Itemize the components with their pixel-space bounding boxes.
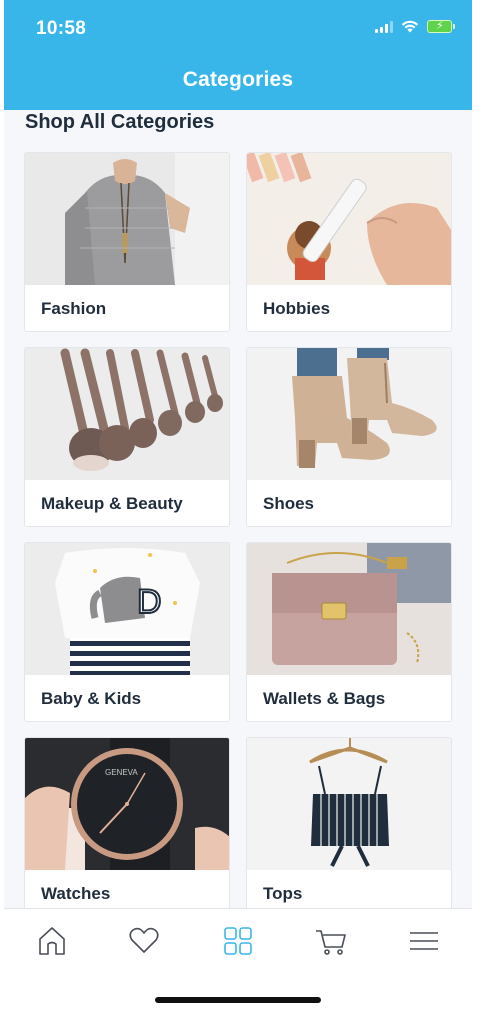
fashion-image [25,153,229,285]
category-label: Baby & Kids [41,689,142,708]
tab-home[interactable] [32,923,72,959]
tab-categories[interactable] [218,923,258,959]
svg-text:D: D [137,583,162,621]
app-screen: 10:58 ⚡ Categories Shop All Categories F… [4,0,472,1016]
home-icon [39,927,65,955]
makeup-brushes-image [25,348,229,480]
category-label: Shoes [263,494,315,513]
striped-top-image [247,738,451,870]
category-label: Watches [41,884,111,903]
shoes-image [247,348,451,480]
menu-icon [410,932,438,950]
heart-icon [129,927,159,953]
cart-icon [316,930,346,955]
tab-menu[interactable] [404,923,444,959]
category-card-hobbies[interactable]: Hobbies [246,152,452,332]
category-card-fashion[interactable]: Fashion [24,152,230,332]
handbag-image [247,543,451,675]
bottom-tab-bar [4,908,472,1016]
hobbies-image [247,153,451,285]
category-card-watches[interactable]: GENEVA Watches [24,737,230,917]
watch-image: GENEVA [25,738,229,870]
category-label: Hobbies [263,299,331,318]
category-card-makeup-beauty[interactable]: Makeup & Beauty [24,347,230,527]
category-card-tops[interactable]: Tops [246,737,452,917]
grid-icon [224,927,252,955]
home-indicator [155,997,321,1003]
category-grid: Fashion Hobbies Makeup & Beauty Shoes D … [4,0,472,917]
baby-outfit-image: D [25,543,229,675]
svg-text:GENEVA: GENEVA [105,768,138,777]
category-card-baby-kids[interactable]: D Baby & Kids [24,542,230,722]
category-label: Makeup & Beauty [41,494,183,513]
category-card-shoes[interactable]: Shoes [246,347,452,527]
tab-cart[interactable] [311,923,351,959]
tab-favorites[interactable] [124,923,164,959]
category-label: Fashion [41,299,107,318]
category-label: Wallets & Bags [263,689,386,708]
category-card-wallets-bags[interactable]: Wallets & Bags [246,542,452,722]
category-label: Tops [263,884,303,903]
